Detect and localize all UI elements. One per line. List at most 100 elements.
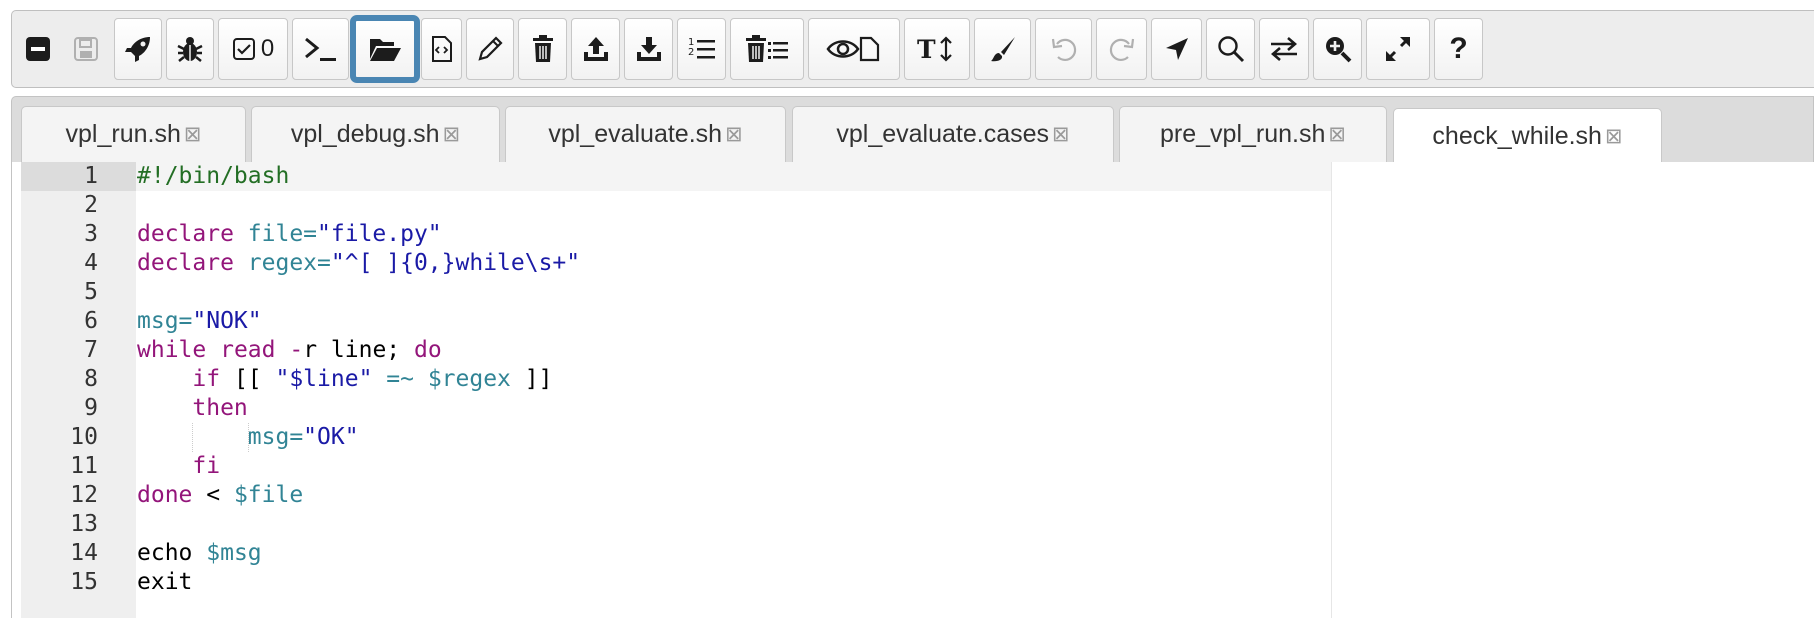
line-number: 1 [84, 163, 98, 189]
line-number: 14 [70, 540, 98, 566]
code-line[interactable]: 15 exit [12, 568, 1332, 597]
code-line[interactable]: 11 fi [12, 452, 1332, 481]
tab-vpl-debug[interactable]: vpl_debug.sh ⊠ [251, 106, 500, 162]
code-text[interactable]: then [137, 394, 248, 423]
code-token: r line; [303, 337, 414, 363]
search-button[interactable] [1206, 18, 1255, 80]
code-text[interactable]: echo $msg [137, 539, 262, 568]
line-number: 13 [70, 511, 98, 537]
code-line[interactable]: 1 #!/bin/bash [12, 162, 1332, 191]
view-files-button[interactable] [808, 18, 900, 80]
upload-button[interactable] [571, 18, 620, 80]
theme-button[interactable] [974, 18, 1031, 80]
code-line[interactable]: 14 echo $msg [12, 539, 1332, 568]
code-line[interactable]: 10 msg="OK" [12, 423, 1332, 452]
close-icon[interactable]: ⊠ [1328, 122, 1346, 147]
code-line[interactable]: 3 declare file="file.py" [12, 220, 1332, 249]
code-token: exit [137, 569, 193, 595]
code-text[interactable]: if [[ "$line" =~ $regex ]] [137, 365, 552, 394]
collapse-button[interactable] [18, 18, 58, 80]
indent-guide [247, 423, 249, 452]
font-size-button[interactable]: T [904, 18, 970, 80]
code-editor[interactable]: 1 #!/bin/bash 2 3 declare file="file.py" 4 dec… [11, 162, 1814, 618]
code-text[interactable]: msg="NOK" [137, 307, 262, 336]
line-number: 11 [70, 453, 98, 479]
run-button[interactable] [114, 18, 162, 80]
tab-label: pre_vpl_run.sh [1160, 120, 1326, 148]
evaluate-button[interactable]: 0 [218, 18, 288, 80]
zoom-in-icon [1324, 35, 1352, 63]
code-token: < [192, 482, 234, 508]
redo-button[interactable] [1096, 18, 1147, 80]
code-line[interactable]: 13 [12, 510, 1332, 539]
code-token: read [220, 337, 276, 363]
rename-button[interactable] [466, 18, 514, 80]
evaluate-count: 0 [260, 35, 275, 62]
tab-label: vpl_evaluate.sh [548, 120, 723, 148]
delete-icon [530, 35, 556, 63]
code-text[interactable]: declare regex="^[ ]{0,}while\s+" [137, 249, 580, 278]
code-token: while [137, 337, 207, 363]
download-button[interactable] [624, 18, 673, 80]
code-line[interactable]: 6 msg="NOK" [12, 307, 1332, 336]
undo-button[interactable] [1035, 18, 1092, 80]
code-token: "file.py" [317, 221, 442, 247]
rename-icon [476, 35, 504, 63]
help-button[interactable]: ? [1434, 18, 1483, 80]
zoom-in-button[interactable] [1313, 18, 1362, 80]
code-text[interactable]: #!/bin/bash [137, 162, 289, 191]
code-text[interactable]: done < $file [137, 481, 303, 510]
code-text[interactable]: fi [137, 452, 220, 481]
code-token: do [413, 337, 442, 363]
code-line[interactable]: 12 done < $file [12, 481, 1332, 510]
undo-icon [1050, 35, 1078, 63]
code-token: declare [137, 221, 234, 247]
line-numbers-button[interactable]: 12 [677, 18, 726, 80]
go-to-line-button[interactable] [1151, 18, 1202, 80]
code-line[interactable]: 9 then [12, 394, 1332, 423]
save-button[interactable] [62, 18, 110, 80]
code-line[interactable]: 2 [12, 191, 1332, 220]
code-token: =~ [372, 366, 428, 392]
replace-icon [1269, 35, 1299, 63]
code-text[interactable]: declare file="file.py" [137, 220, 442, 249]
close-icon[interactable]: ⊠ [725, 122, 743, 147]
close-icon[interactable]: ⊠ [1052, 122, 1070, 147]
code-token: regex= [233, 250, 331, 276]
new-file-button[interactable] [421, 18, 462, 80]
tab-check-while[interactable]: check_while.sh ⊠ [1393, 108, 1662, 164]
code-token: then [192, 395, 248, 421]
code-line[interactable]: 4 declare regex="^[ ]{0,}while\s+" [12, 249, 1332, 278]
close-icon[interactable]: ⊠ [1605, 124, 1623, 149]
console-button[interactable] [292, 18, 349, 80]
code-line[interactable]: 8 if [[ "$line" =~ $regex ]] [12, 365, 1332, 394]
line-number: 3 [84, 221, 98, 247]
close-icon[interactable]: ⊠ [443, 122, 461, 147]
code-text[interactable]: while read -r line; do [137, 336, 442, 365]
code-line[interactable]: 5 [12, 278, 1332, 307]
theme-brush-icon [989, 35, 1017, 63]
code-token: ]] [510, 366, 553, 392]
upload-icon [582, 35, 610, 63]
code-line[interactable]: 7 while read -r line; do [12, 336, 1332, 365]
code-text[interactable]: exit [137, 568, 192, 597]
tab-vpl-evaluate-cases[interactable]: vpl_evaluate.cases ⊠ [792, 106, 1114, 162]
close-icon[interactable]: ⊠ [184, 122, 202, 147]
code-token: "NOK" [192, 308, 262, 334]
debug-button[interactable] [166, 18, 214, 80]
code-token: declare [137, 250, 234, 276]
code-token: msg= [137, 308, 193, 334]
delete-button[interactable] [518, 18, 567, 80]
delete-all-button[interactable] [730, 18, 804, 80]
tab-vpl-run[interactable]: vpl_run.sh ⊠ [21, 106, 246, 162]
tab-pre-vpl-run[interactable]: pre_vpl_run.sh ⊠ [1119, 106, 1387, 162]
open-folder-button[interactable] [350, 15, 420, 83]
tab-vpl-evaluate[interactable]: vpl_evaluate.sh ⊠ [505, 106, 786, 162]
replace-button[interactable] [1259, 18, 1309, 80]
fullscreen-button[interactable] [1366, 18, 1430, 80]
tab-label: check_while.sh [1432, 122, 1602, 150]
